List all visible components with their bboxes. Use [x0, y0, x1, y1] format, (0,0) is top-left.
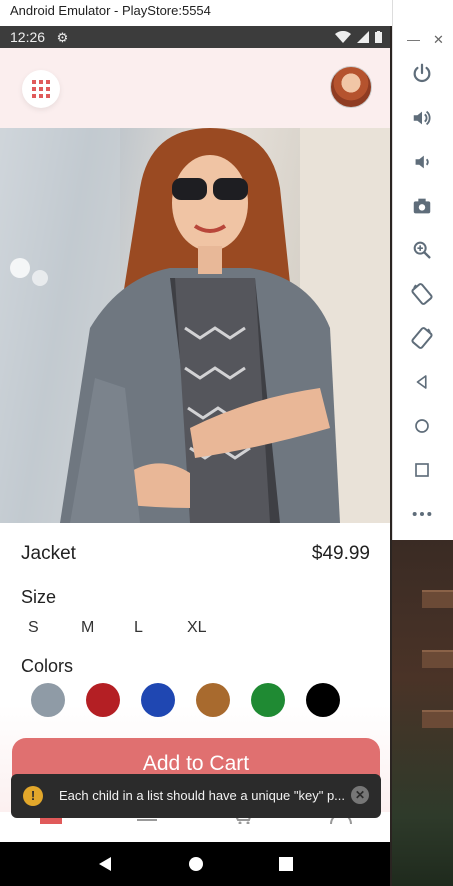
product-image: [0, 128, 390, 523]
color-swatches: [31, 683, 340, 717]
size-option-xl[interactable]: XL: [187, 619, 240, 637]
rotate-right-icon[interactable]: [407, 323, 437, 353]
color-swatch-blue[interactable]: [141, 683, 175, 717]
nav-back-icon[interactable]: [97, 856, 113, 872]
grid-icon: [32, 80, 50, 98]
colors-label: Colors: [21, 656, 74, 676]
status-time: 12:26: [10, 29, 46, 45]
size-options: S M L XL: [28, 619, 240, 637]
color-swatch-black[interactable]: [306, 683, 340, 717]
color-swatch-green[interactable]: [251, 683, 285, 717]
signal-icon: [357, 31, 369, 43]
color-swatch-brown[interactable]: [196, 683, 230, 717]
product-name: Jacket: [21, 543, 76, 564]
close-icon[interactable]: ✕: [433, 32, 444, 48]
avatar[interactable]: [330, 66, 372, 108]
battery-icon: [375, 31, 382, 43]
emulator-side-panel: — ✕: [392, 0, 453, 540]
toast-message: Each child in a list should have a uniqu…: [59, 788, 346, 803]
warning-icon: !: [23, 786, 43, 806]
toast-close-icon[interactable]: ✕: [351, 786, 369, 804]
volume-down-icon[interactable]: [407, 147, 437, 177]
emulator-title-bar: Android Emulator - PlayStore:5554: [0, 0, 392, 26]
status-bar: 12:26 ⚙: [0, 26, 390, 48]
android-nav-bar: [0, 842, 390, 886]
warning-toast[interactable]: ! Each child in a list should have a uni…: [11, 774, 381, 818]
camera-icon[interactable]: [407, 191, 437, 221]
more-icon[interactable]: [407, 499, 437, 529]
power-icon[interactable]: [407, 58, 437, 88]
volume-up-icon[interactable]: [407, 103, 437, 133]
color-swatch-gray[interactable]: [31, 683, 65, 717]
size-option-m[interactable]: M: [81, 619, 134, 637]
desktop-background: [392, 540, 453, 886]
window-title: Android Emulator - PlayStore:5554: [10, 3, 211, 18]
rotate-left-icon[interactable]: [407, 279, 437, 309]
menu-grid-button[interactable]: [22, 70, 60, 108]
nav-home-icon[interactable]: [188, 856, 204, 872]
wifi-icon: [335, 31, 351, 43]
size-option-s[interactable]: S: [28, 619, 81, 637]
home-icon[interactable]: [407, 411, 437, 441]
app-header: [0, 48, 390, 128]
color-swatch-red[interactable]: [86, 683, 120, 717]
back-icon[interactable]: [407, 367, 437, 397]
product-price: $49.99: [311, 543, 370, 564]
minimize-icon[interactable]: —: [407, 32, 420, 47]
size-option-l[interactable]: L: [134, 619, 187, 637]
phone-screen: 12:26 ⚙ Jacket $49.99 Size S M L XL Colo…: [0, 26, 390, 886]
settings-icon: ⚙: [56, 30, 69, 45]
overview-icon[interactable]: [407, 455, 437, 485]
zoom-icon[interactable]: [407, 235, 437, 265]
size-label: Size: [21, 587, 57, 607]
nav-overview-icon[interactable]: [278, 857, 293, 871]
